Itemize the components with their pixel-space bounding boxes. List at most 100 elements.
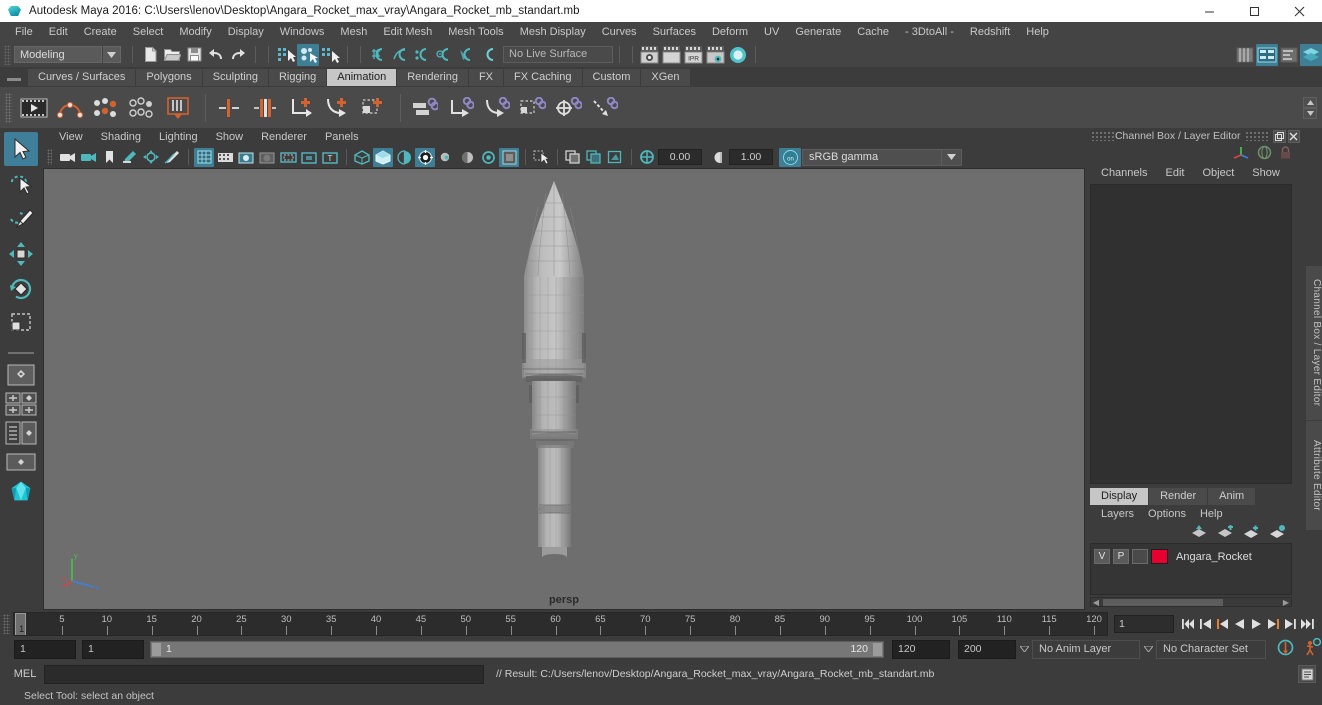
camera-attributes-icon[interactable] bbox=[78, 148, 98, 167]
step-forward-frame-icon[interactable] bbox=[1265, 614, 1282, 634]
snap-to-point-icon[interactable] bbox=[411, 44, 433, 66]
close-panel-icon[interactable] bbox=[1287, 129, 1300, 143]
animation-preferences-icon[interactable] bbox=[1303, 637, 1322, 660]
color-management-select[interactable]: sRGB gamma bbox=[802, 148, 942, 166]
new-scene-icon[interactable] bbox=[139, 44, 161, 66]
image-plane-icon[interactable] bbox=[120, 148, 140, 167]
undock-icon[interactable] bbox=[1273, 129, 1286, 143]
redo-render-icon[interactable] bbox=[661, 44, 683, 66]
menu-create[interactable]: Create bbox=[76, 23, 125, 41]
viewport-menu-show[interactable]: Show bbox=[207, 129, 253, 145]
lock-icon[interactable] bbox=[1279, 145, 1292, 163]
channel-box-list[interactable] bbox=[1090, 184, 1292, 484]
shelf-tab-polygons[interactable]: Polygons bbox=[136, 69, 203, 86]
animation-start-field[interactable]: 1 bbox=[14, 639, 76, 659]
menu-mesh[interactable]: Mesh bbox=[332, 23, 375, 41]
film-gate-icon[interactable] bbox=[215, 148, 235, 167]
motion-blur-icon[interactable] bbox=[478, 148, 498, 167]
menu-surfaces[interactable]: Surfaces bbox=[645, 23, 704, 41]
current-frame-field[interactable]: 1 bbox=[1114, 615, 1174, 633]
show-hide-tool-settings-icon[interactable] bbox=[1256, 43, 1278, 66]
exposure-icon[interactable] bbox=[637, 148, 657, 167]
range-end-handle[interactable] bbox=[872, 641, 883, 657]
tab-anim[interactable]: Anim bbox=[1208, 488, 1256, 505]
menu-mesh-display[interactable]: Mesh Display bbox=[512, 23, 594, 41]
paint-select-tool[interactable] bbox=[4, 202, 38, 236]
rotate-tool[interactable] bbox=[4, 272, 38, 306]
manipulator-icon[interactable] bbox=[1233, 145, 1250, 163]
channelbox-menu-channels[interactable]: Channels bbox=[1092, 167, 1156, 179]
menu-mesh-tools[interactable]: Mesh Tools bbox=[440, 23, 511, 41]
channelbox-menu-object[interactable]: Object bbox=[1193, 167, 1243, 179]
2d-pan-zoom-icon[interactable] bbox=[141, 148, 161, 167]
grease-pencil-icon[interactable] bbox=[162, 148, 182, 167]
point-constraint-icon[interactable] bbox=[321, 92, 353, 124]
perspective-viewport[interactable]: persp y z x bbox=[43, 168, 1085, 610]
ipr-render-icon[interactable]: IPR bbox=[683, 44, 705, 66]
menu-file[interactable]: File bbox=[7, 23, 41, 41]
go-to-start-icon[interactable] bbox=[1180, 614, 1197, 634]
shelf-tab-fx-caching[interactable]: FX Caching bbox=[504, 69, 583, 86]
layer-menu-options[interactable]: Options bbox=[1141, 508, 1193, 520]
show-hide-channel-box-icon[interactable] bbox=[1278, 44, 1300, 66]
gate-mask-icon[interactable] bbox=[257, 148, 277, 167]
step-forward-keyframe-icon[interactable] bbox=[1282, 614, 1299, 634]
render-settings-icon[interactable] bbox=[705, 44, 727, 66]
animation-end-field[interactable]: 200 bbox=[958, 639, 1016, 659]
gamma-icon[interactable] bbox=[708, 148, 728, 167]
scale-tool[interactable] bbox=[4, 307, 38, 341]
scroll-right-icon[interactable]: ▶ bbox=[1281, 598, 1291, 607]
layer-visibility-toggle[interactable]: V bbox=[1094, 549, 1110, 564]
go-to-end-icon[interactable] bbox=[1299, 614, 1316, 634]
layer-list-scrollbar[interactable]: ◀ ▶ bbox=[1090, 597, 1292, 607]
select-by-hierarchy-icon[interactable] bbox=[275, 44, 297, 66]
bookmark-icon[interactable] bbox=[99, 148, 119, 167]
menu-generate[interactable]: Generate bbox=[787, 23, 849, 41]
snap-to-grid-icon[interactable] bbox=[367, 44, 389, 66]
maya-logo-icon[interactable] bbox=[5, 478, 37, 504]
layer-color-swatch[interactable] bbox=[1151, 549, 1168, 564]
set-key-icon[interactable] bbox=[54, 92, 86, 124]
scrollbar-thumb[interactable] bbox=[1103, 598, 1223, 606]
shelf-tab-rendering[interactable]: Rendering bbox=[397, 69, 469, 86]
character-set-select[interactable]: No Character Set bbox=[1156, 639, 1266, 659]
side-tab-channel-box[interactable]: Channel Box / Layer Editor bbox=[1306, 266, 1322, 421]
ghost-icon[interactable] bbox=[162, 92, 194, 124]
select-by-object-type-icon[interactable] bbox=[297, 43, 319, 66]
shelf-tab-curves-surfaces[interactable]: Curves / Surfaces bbox=[28, 69, 137, 86]
viewport-menu-shading[interactable]: Shading bbox=[92, 129, 150, 145]
menu-help[interactable]: Help bbox=[1018, 23, 1057, 41]
layer-menu-layers[interactable]: Layers bbox=[1094, 508, 1141, 520]
connect-joints-icon[interactable] bbox=[408, 92, 440, 124]
step-back-keyframe-icon[interactable] bbox=[1197, 614, 1214, 634]
select-tool[interactable] bbox=[4, 132, 38, 166]
layer-list[interactable]: V P Angara_Rocket bbox=[1090, 543, 1292, 595]
menu-set-selector[interactable]: Modeling bbox=[14, 46, 102, 63]
normal-constraint-icon[interactable] bbox=[588, 92, 620, 124]
select-by-component-type-icon[interactable] bbox=[319, 44, 341, 66]
resolution-gate-icon[interactable] bbox=[236, 148, 256, 167]
side-tab-attribute-editor[interactable]: Attribute Editor bbox=[1306, 421, 1322, 531]
panel-grip-right[interactable] bbox=[1245, 131, 1270, 141]
scale-constraint-icon[interactable] bbox=[516, 92, 548, 124]
single-perspective-view-icon[interactable] bbox=[5, 362, 37, 388]
select-objects-in-layer-icon[interactable] bbox=[1269, 525, 1286, 541]
film-origin-icon[interactable] bbox=[278, 148, 298, 167]
persp-outliner-layout-icon[interactable] bbox=[5, 420, 37, 446]
channelbox-menu-edit[interactable]: Edit bbox=[1156, 167, 1193, 179]
viewport-menu-panels[interactable]: Panels bbox=[316, 129, 368, 145]
range-start-handle[interactable] bbox=[151, 641, 162, 657]
menu-windows[interactable]: Windows bbox=[272, 23, 333, 41]
xray-icon[interactable] bbox=[563, 148, 583, 167]
layer-state-toggle[interactable] bbox=[1132, 549, 1148, 564]
anim-layer-select[interactable]: No Anim Layer bbox=[1032, 639, 1140, 659]
key-channels-icon[interactable] bbox=[90, 92, 122, 124]
anim-layer-chevron-down-icon[interactable] bbox=[1016, 646, 1032, 652]
panel-grip-left[interactable] bbox=[1091, 131, 1115, 141]
time-slider[interactable]: 1 5 10 15 20 25 30 35 40 45 50 55 60 65 70 75 80 85 90 95 1… bbox=[13, 612, 1108, 636]
shelf-tab-rigging[interactable]: Rigging bbox=[268, 69, 328, 86]
hypershade-icon[interactable] bbox=[727, 44, 749, 66]
exposure-field[interactable]: 0.00 bbox=[658, 149, 702, 165]
menu-modify[interactable]: Modify bbox=[171, 23, 219, 41]
shelf-tab-animation[interactable]: Animation bbox=[327, 69, 398, 86]
